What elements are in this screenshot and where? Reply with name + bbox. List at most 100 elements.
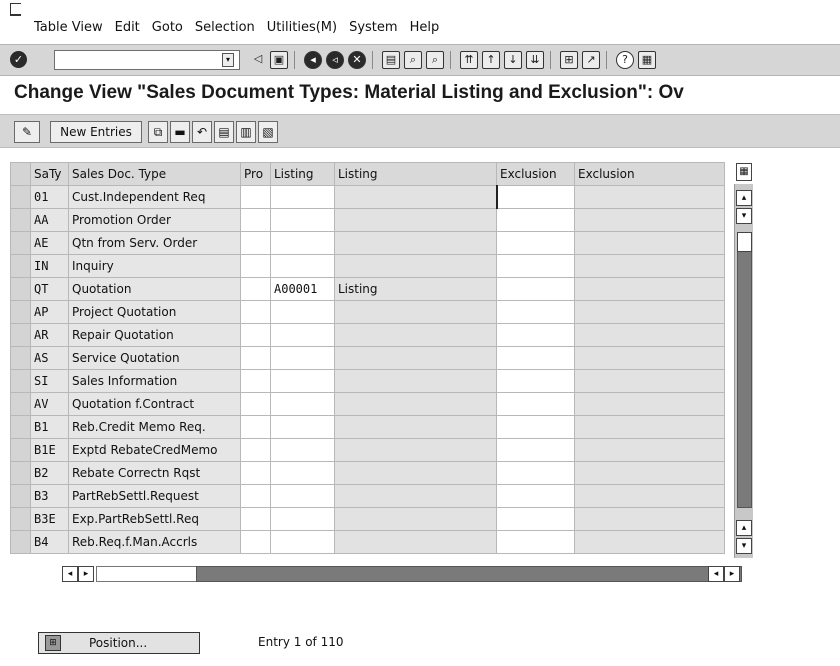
row-selector[interactable] [10,507,31,531]
back-arrow-icon[interactable]: ◁ [250,51,266,67]
cell-pro[interactable] [240,300,271,324]
customize-layout-icon[interactable]: ▦ [638,51,656,69]
row-selector[interactable] [10,346,31,370]
cell-pro[interactable] [240,461,271,485]
cell-exclusion[interactable] [496,231,575,255]
cell-listing[interactable] [270,530,335,554]
first-page-icon[interactable]: ⇈ [460,51,478,69]
cell-exclusion[interactable] [496,415,575,439]
cell-pro[interactable] [240,507,271,531]
row-selector[interactable] [10,369,31,393]
enter-icon[interactable]: ✓ [10,51,27,68]
find-next-icon[interactable]: ⌕ [426,51,444,69]
table-row[interactable]: B3E Exp.PartRebSettl.Req [10,507,725,531]
scroll-left-end-icon[interactable]: ◂ [708,566,724,582]
cell-pro[interactable] [240,323,271,347]
cell-pro[interactable] [240,415,271,439]
cell-listing[interactable] [270,507,335,531]
previous-page-icon[interactable]: ↑ [482,51,500,69]
row-selector[interactable] [10,392,31,416]
menu-edit[interactable]: Edit [115,20,140,35]
scroll-right-end-icon[interactable]: ▸ [724,566,740,582]
back-icon[interactable]: ◂ [304,51,322,69]
menu-goto[interactable]: Goto [152,20,183,35]
new-entries-button[interactable]: New Entries [50,121,142,143]
table-row[interactable]: AV Quotation f.Contract [10,392,725,416]
table-row[interactable]: 01 Cust.Independent Req [10,185,725,209]
menu-table-view[interactable]: Table View [34,20,103,35]
cell-listing[interactable] [270,323,335,347]
table-row[interactable]: B3 PartRebSettl.Request [10,484,725,508]
table-row[interactable]: AS Service Quotation [10,346,725,370]
cell-pro[interactable] [240,530,271,554]
row-selector[interactable] [10,254,31,278]
table-row[interactable]: AA Promotion Order [10,208,725,232]
scroll-page-up-icon[interactable]: ▴ [736,520,752,536]
cell-listing[interactable] [270,208,335,232]
cell-pro[interactable] [240,438,271,462]
table-row[interactable]: QT Quotation A00001 Listing [10,277,725,301]
help-icon[interactable]: ? [616,51,634,69]
cell-listing[interactable]: A00001 [270,277,335,301]
row-selector[interactable] [10,231,31,255]
scrollbar-thumb[interactable] [737,232,752,252]
save-icon[interactable]: ▣ [270,51,288,69]
menu-utilities[interactable]: Utilities(M) [267,20,337,35]
cell-listing[interactable] [270,300,335,324]
create-session-icon[interactable]: ⊞ [560,51,578,69]
cell-exclusion[interactable] [496,346,575,370]
cell-listing[interactable] [270,484,335,508]
cell-listing[interactable] [270,415,335,439]
display-change-icon[interactable]: ✎ [14,121,40,143]
cell-exclusion[interactable] [496,438,575,462]
row-selector[interactable] [10,208,31,232]
scroll-up-icon[interactable]: ▴ [736,190,752,206]
cell-exclusion[interactable] [495,185,575,209]
undo-change-icon[interactable]: ↶ [192,121,212,143]
find-icon[interactable]: ⌕ [404,51,422,69]
cell-exclusion[interactable] [496,461,575,485]
cell-pro[interactable] [240,277,271,301]
table-row[interactable]: B1 Reb.Credit Memo Req. [10,415,725,439]
scroll-left-icon[interactable]: ◂ [62,566,78,582]
delete-icon[interactable]: ▬ [170,121,190,143]
horizontal-scroll-track[interactable] [196,566,742,582]
cell-pro[interactable] [240,254,271,278]
row-selector[interactable] [10,185,31,209]
cell-pro[interactable] [240,369,271,393]
print-icon[interactable]: ▤ [382,51,400,69]
cell-exclusion[interactable] [496,300,575,324]
row-selector[interactable] [10,323,31,347]
cancel-icon[interactable]: ✕ [348,51,366,69]
row-selector[interactable] [10,415,31,439]
cell-pro[interactable] [240,346,271,370]
column-header-listing[interactable]: Listing [270,162,335,186]
cell-exclusion[interactable] [496,254,575,278]
command-history-icon[interactable]: ▾ [222,53,234,67]
cell-listing[interactable] [270,369,335,393]
table-row[interactable]: AR Repair Quotation [10,323,725,347]
column-header-saty[interactable]: SaTy [30,162,69,186]
horizontal-scroll-thumb[interactable] [96,566,210,582]
table-row[interactable]: B4 Reb.Req.f.Man.Accrls [10,530,725,554]
row-selector[interactable] [10,300,31,324]
menu-system[interactable]: System [349,20,397,35]
position-button[interactable]: ⊞ Position... [38,632,200,654]
cell-pro[interactable] [240,185,271,209]
scroll-down-icon[interactable]: ▾ [736,208,752,224]
system-menu-icon[interactable] [10,3,21,16]
cell-exclusion[interactable] [496,507,575,531]
exit-icon[interactable]: ◃ [326,51,344,69]
cell-pro[interactable] [240,208,271,232]
scroll-page-down-icon[interactable]: ▾ [736,538,752,554]
column-header-listing-desc[interactable]: Listing [334,162,497,186]
menu-selection[interactable]: Selection [195,20,255,35]
table-row[interactable]: AP Project Quotation [10,300,725,324]
last-page-icon[interactable]: ⇊ [526,51,544,69]
deselect-all-icon[interactable]: ▧ [258,121,278,143]
next-page-icon[interactable]: ↓ [504,51,522,69]
cell-listing[interactable] [270,185,335,209]
copy-as-icon[interactable]: ⧉ [148,121,168,143]
select-all-column-header[interactable] [10,162,31,186]
column-header-pro[interactable]: Pro [240,162,271,186]
